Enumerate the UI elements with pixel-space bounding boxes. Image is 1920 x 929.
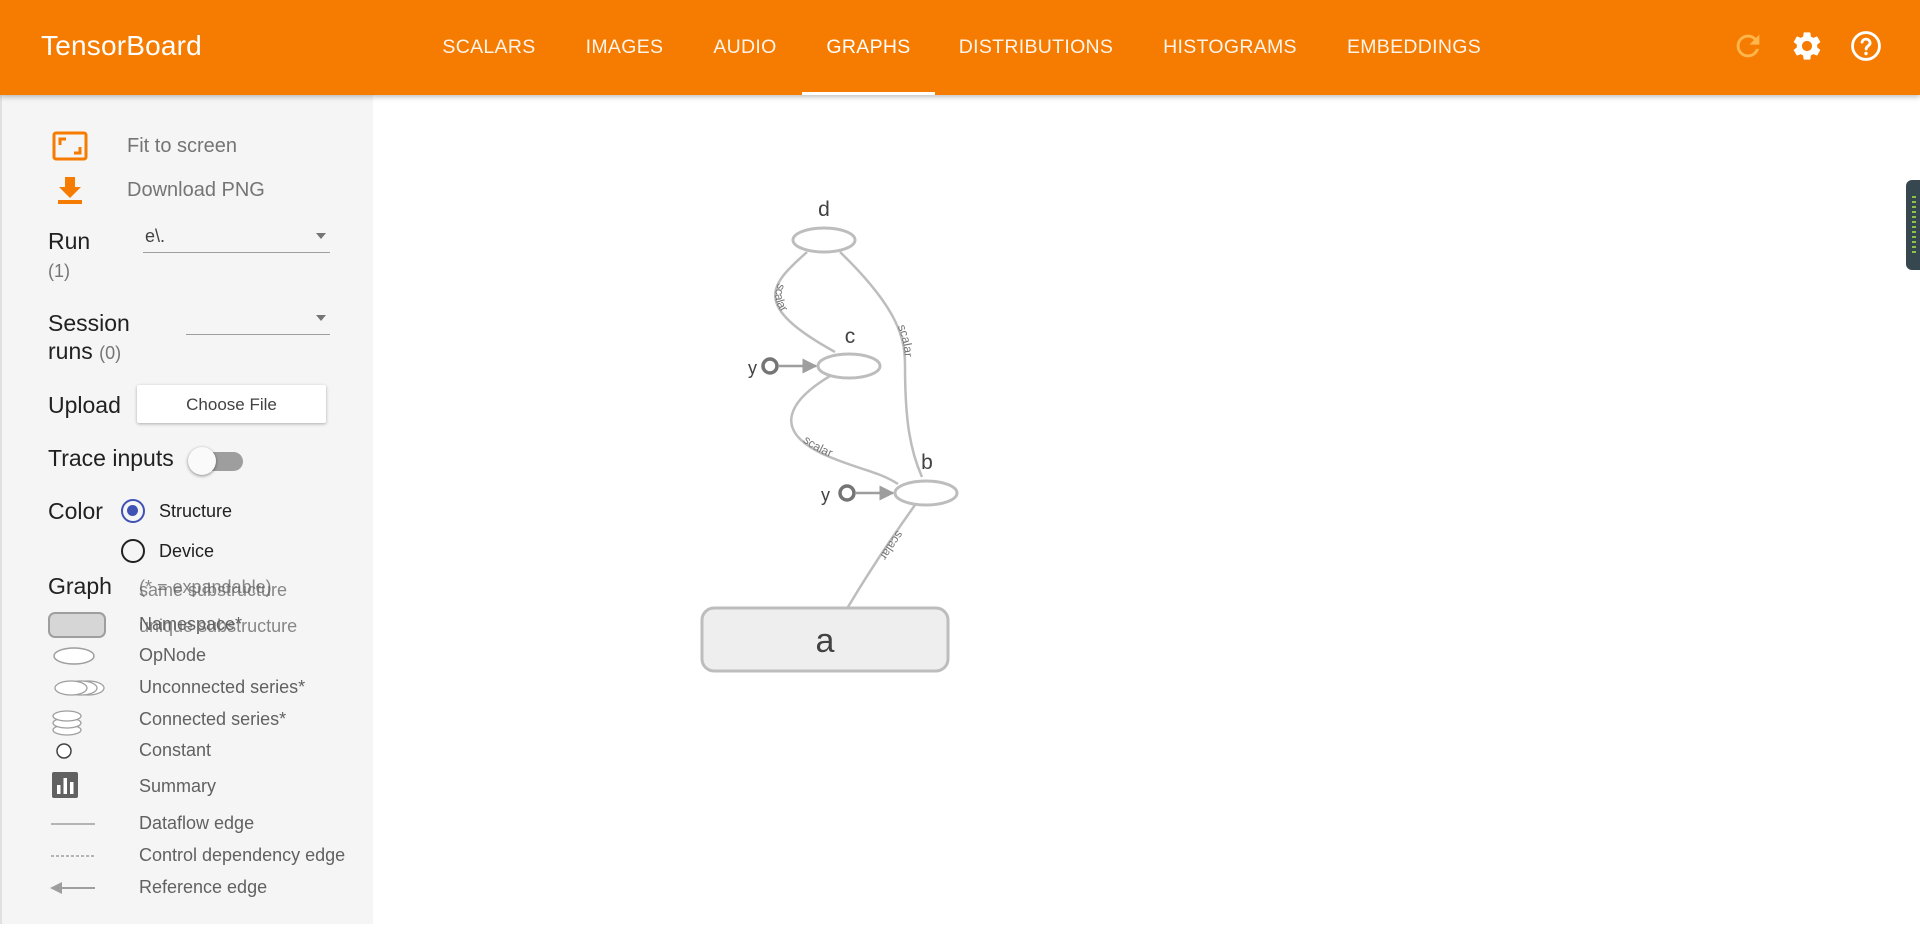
legend-reference-edge: Reference edge	[47, 874, 367, 902]
chevron-down-icon	[316, 315, 326, 321]
legend-control-dependency-edge: Control dependency edge	[47, 842, 367, 870]
constant-y-c[interactable]: y	[748, 357, 818, 378]
settings-icon[interactable]	[1790, 29, 1824, 63]
minimap-handle[interactable]	[1906, 180, 1920, 270]
upload-label: Upload	[48, 392, 121, 418]
constant-icon	[838, 484, 856, 502]
tab-histograms[interactable]: HISTOGRAMS	[1155, 0, 1305, 95]
choose-file-button[interactable]: Choose File	[137, 385, 326, 423]
legend-control-dependency-edge-label: Control dependency edge	[139, 845, 346, 865]
legend-namespace: Namespace*	[47, 611, 367, 639]
minimap-indicator	[1912, 196, 1916, 254]
help-icon[interactable]	[1849, 29, 1883, 63]
session-runs-label: runs (0)	[48, 338, 122, 364]
color-structure-radio[interactable]	[121, 499, 145, 523]
constant-icon	[761, 357, 779, 375]
control-dependency-edge-icon	[51, 855, 95, 857]
color-label: Color	[48, 498, 103, 524]
download-png-label: Download PNG	[127, 178, 265, 201]
legend-unconnected-series: Unconnected series*	[47, 674, 367, 702]
legend-summary: Summary	[47, 772, 367, 801]
node-d-shape	[791, 226, 857, 254]
constant-icon	[56, 743, 72, 759]
tab-scalars[interactable]: SCALARS	[432, 0, 546, 95]
constant-y-b-label: y	[821, 485, 830, 505]
tab-embeddings[interactable]: EMBEDDINGS	[1339, 0, 1489, 95]
node-c-label: c	[845, 325, 856, 348]
top-bar: TensorBoard SCALARS IMAGES AUDIO GRAPHS …	[0, 0, 1920, 95]
dataflow-edge-icon	[51, 823, 95, 825]
unconnected-series-icon	[54, 680, 105, 696]
fit-to-screen-label: Fit to screen	[127, 134, 238, 157]
tab-graphs[interactable]: GRAPHS	[802, 0, 935, 95]
session-count: (0)	[99, 343, 122, 363]
node-c[interactable]: c	[816, 325, 882, 380]
edge-label-b-a: scalar	[877, 528, 906, 562]
node-a[interactable]: a	[700, 606, 950, 673]
same-substructure-label: same substructure	[139, 580, 288, 600]
legend-opnode-label: OpNode	[139, 645, 207, 665]
color-device-label: Device	[159, 541, 215, 561]
session-runs-select[interactable]	[186, 305, 330, 335]
tab-distributions[interactable]: DISTRIBUTIONS	[952, 0, 1120, 95]
session-label: Session	[48, 310, 130, 336]
legend-constant-label: Constant	[139, 740, 212, 760]
edge-label-c-b: scalar	[801, 433, 835, 460]
color-structure-label: Structure	[159, 501, 233, 521]
run-select[interactable]: e\.	[143, 223, 330, 253]
node-d-label: d	[818, 198, 830, 221]
graph-canvas[interactable]: scalar scalar scalar scalar d c y b y a	[373, 95, 1920, 924]
node-c-shape	[816, 352, 882, 380]
reference-edge-icon	[50, 882, 95, 894]
toggle-knob	[188, 447, 216, 475]
node-a-label: a	[816, 622, 835, 660]
legend-dataflow-edge-label: Dataflow edge	[139, 813, 255, 833]
legend-reference-edge-label: Reference edge	[139, 877, 268, 897]
legend-dataflow-edge: Dataflow edge	[47, 810, 367, 838]
edge-c-b[interactable]	[790, 374, 900, 486]
trace-inputs-toggle[interactable]	[188, 447, 244, 475]
run-select-value: e\.	[145, 226, 166, 246]
summary-icon	[52, 772, 78, 798]
legend-namespace-label: Namespace*	[139, 614, 243, 634]
graph-legend-label: Graph	[48, 573, 112, 599]
sidebar: Fit to screen Download PNG Run (1) e\. S…	[0, 95, 373, 924]
refresh-icon[interactable]	[1731, 29, 1765, 63]
fit-to-screen-icon	[52, 131, 88, 161]
node-d[interactable]: d	[791, 198, 857, 254]
constant-y-b[interactable]: y	[821, 484, 895, 505]
tab-images[interactable]: IMAGES	[571, 0, 678, 95]
connected-series-icon	[52, 710, 82, 736]
trace-inputs-label: Trace inputs	[48, 445, 174, 471]
active-tab-indicator	[802, 92, 935, 95]
node-b-shape	[893, 479, 959, 507]
legend-connected-series-label: Connected series*	[139, 709, 287, 729]
edge-label-d-b: scalar	[895, 322, 916, 357]
download-icon	[58, 177, 82, 204]
legend-unconnected-series-label: Unconnected series*	[139, 677, 306, 697]
run-label: Run	[48, 228, 91, 254]
legend-summary-label: Summary	[139, 776, 217, 796]
constant-y-c-label: y	[748, 358, 757, 378]
namespace-icon	[48, 612, 106, 638]
opnode-icon	[53, 647, 95, 665]
chevron-down-icon	[316, 233, 326, 239]
node-b-label: b	[921, 451, 933, 474]
legend-opnode: OpNode	[47, 642, 367, 670]
fit-to-screen-button[interactable]: Fit to screen	[52, 130, 352, 162]
color-device-radio[interactable]	[121, 539, 145, 563]
edge-label-d-c: scalar	[772, 282, 791, 315]
download-png-button[interactable]: Download PNG	[52, 174, 352, 206]
graph-svg: scalar scalar scalar scalar d c y b y a	[700, 198, 959, 673]
legend-constant: Constant	[47, 737, 367, 765]
run-count: (1)	[48, 261, 70, 281]
node-b[interactable]: b	[893, 451, 959, 507]
app-title: TensorBoard	[41, 30, 202, 61]
tab-audio[interactable]: AUDIO	[704, 0, 786, 95]
